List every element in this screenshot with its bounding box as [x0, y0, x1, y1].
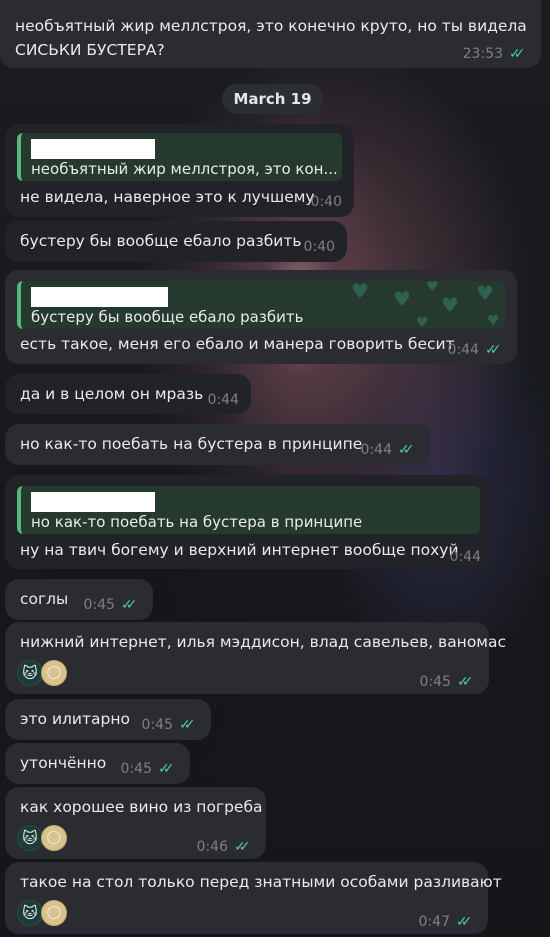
- message-time: 0:44: [447, 342, 479, 358]
- redacted-name: [31, 492, 155, 512]
- message-meta: 0:45 ✓✓: [420, 670, 479, 694]
- reply-quote[interactable]: бустеру бы вообще ебало разбить ♥ ♥ ♥ ♥ …: [17, 281, 505, 329]
- message-time: 0:45: [120, 761, 152, 777]
- message-meta: 0:47 ✓✓: [419, 910, 478, 934]
- message-text: как хорошее вино из погреба: [20, 798, 263, 816]
- message-time: 0:44: [449, 549, 481, 565]
- reply-quote-text: бустеру бы вообще ебало разбить: [31, 308, 304, 326]
- reactions[interactable]: 🐱 🌕: [17, 825, 67, 851]
- message-bubble[interactable]: это илитарно 0:45 ✓✓: [5, 699, 211, 740]
- reactions[interactable]: 🐱 🌕: [17, 900, 67, 926]
- message-bubble[interactable]: необъятный жир меллстроя, это кон... не …: [5, 124, 354, 217]
- double-check-icon: ✓✓: [456, 914, 472, 930]
- hello-kitty-reaction-icon[interactable]: 🐱: [17, 825, 43, 851]
- message-time: 23:53: [462, 46, 503, 62]
- message-meta: 0:44: [208, 388, 239, 412]
- reply-quote[interactable]: необъятный жир меллстроя, это кон...: [17, 133, 342, 181]
- message-bubble[interactable]: утончённо 0:45 ✓✓: [5, 743, 190, 784]
- heart-pattern-icon: ♥: [441, 293, 459, 317]
- hello-kitty-reaction-icon[interactable]: 🐱: [17, 900, 43, 926]
- message-bubble[interactable]: но как-то поебать на бустера в принципе …: [5, 475, 493, 569]
- message-time: 0:40: [303, 239, 335, 255]
- date-separator: March 19: [222, 84, 323, 114]
- hello-kitty-reaction-icon[interactable]: 🐱: [17, 660, 43, 686]
- heart-pattern-icon: ♥: [351, 281, 369, 303]
- message-bubble[interactable]: но как-то поебать на бустера в принципе …: [5, 424, 430, 465]
- message-text: бустеру бы вообще ебало разбить: [20, 232, 302, 250]
- message-time: 0:44: [207, 392, 239, 408]
- redacted-name: [31, 287, 168, 307]
- message-bubble[interactable]: как хорошее вино из погреба 🐱 🌕 0:46 ✓✓: [5, 787, 266, 859]
- double-check-icon: ✓✓: [485, 342, 501, 358]
- message-text: да и в целом он мразь: [20, 385, 204, 403]
- message-text: соглы: [20, 590, 69, 608]
- message-bubble[interactable]: да и в целом он мразь 0:44: [5, 374, 251, 414]
- message-time: 0:46: [196, 839, 228, 855]
- message-meta: 23:53 ✓✓: [463, 42, 531, 66]
- message-meta: 0:40: [304, 235, 335, 259]
- message-meta: 0:45 ✓✓: [121, 757, 180, 781]
- message-bubble[interactable]: необъятный жир меллстроя, это конечно кр…: [0, 0, 541, 68]
- reply-quote[interactable]: но как-то поебать на бустера в принципе: [17, 486, 480, 534]
- double-check-icon: ✓✓: [509, 46, 525, 62]
- heart-pattern-icon: ♥: [487, 313, 500, 329]
- message-bubble[interactable]: бустеру бы вообще ебало разбить 0:40: [5, 221, 347, 262]
- message-meta: 0:44 ✓✓: [448, 338, 507, 362]
- message-text: утончённо: [20, 754, 107, 772]
- message-bubble[interactable]: нижний интернет, илья мэддисон, влад сав…: [5, 622, 506, 694]
- message-meta: 0:45 ✓✓: [84, 593, 143, 617]
- message-meta: 0:44: [450, 545, 481, 569]
- moon-reaction-icon[interactable]: 🌕: [41, 660, 67, 686]
- message-meta: 0:46 ✓✓: [197, 835, 256, 859]
- message-time: 0:47: [418, 914, 450, 930]
- message-bubble[interactable]: бустеру бы вообще ебало разбить ♥ ♥ ♥ ♥ …: [5, 270, 517, 364]
- redacted-name: [31, 139, 155, 159]
- message-text: это илитарно: [20, 710, 130, 728]
- message-time: 0:45: [419, 674, 451, 690]
- double-check-icon: ✓✓: [179, 717, 195, 733]
- message-text: такое на стол только перед знатными особ…: [20, 873, 502, 891]
- message-bubble[interactable]: такое на стол только перед знатными особ…: [5, 862, 502, 934]
- message-text: есть такое, меня его ебало и манера гово…: [20, 335, 455, 353]
- message-text: нижний интернет, илья мэддисон, влад сав…: [20, 633, 507, 651]
- message-text: необъятный жир меллстроя, это конечно кр…: [15, 17, 527, 35]
- reactions[interactable]: 🐱 🌕: [17, 660, 67, 686]
- message-time: 0:45: [83, 597, 115, 613]
- reply-quote-text: необъятный жир меллстроя, это кон...: [31, 160, 338, 178]
- double-check-icon: ✓✓: [457, 674, 473, 690]
- message-text: не видела, наверное это к лучшему: [20, 188, 315, 206]
- double-check-icon: ✓✓: [158, 761, 174, 777]
- message-text: но как-то поебать на бустера в принципе: [20, 435, 363, 453]
- heart-pattern-icon: ♥: [393, 287, 411, 311]
- message-meta: 0:44 ✓✓: [361, 438, 420, 462]
- message-bubble[interactable]: соглы 0:45 ✓✓: [5, 579, 153, 620]
- message-meta: 0:40: [311, 190, 342, 214]
- message-text: ну на твич богему и верхний интернет воо…: [20, 541, 459, 559]
- moon-reaction-icon[interactable]: 🌕: [41, 900, 67, 926]
- message-time: 0:45: [141, 717, 173, 733]
- reply-quote-text: но как-то поебать на бустера в принципе: [31, 513, 363, 531]
- double-check-icon: ✓✓: [234, 839, 250, 855]
- heart-pattern-icon: ♥: [416, 315, 429, 329]
- message-time: 0:44: [360, 442, 392, 458]
- chat-area: необъятный жир меллстроя, это конечно кр…: [0, 0, 550, 937]
- message-text: СИСЬКИ БУСТЕРА?: [15, 41, 165, 59]
- moon-reaction-icon[interactable]: 🌕: [41, 825, 67, 851]
- message-meta: 0:45 ✓✓: [142, 713, 201, 737]
- heart-pattern-icon: ♥: [476, 281, 494, 305]
- double-check-icon: ✓✓: [121, 597, 137, 613]
- double-check-icon: ✓✓: [398, 442, 414, 458]
- message-time: 0:40: [310, 194, 342, 210]
- heart-pattern-icon: ♥: [426, 281, 439, 295]
